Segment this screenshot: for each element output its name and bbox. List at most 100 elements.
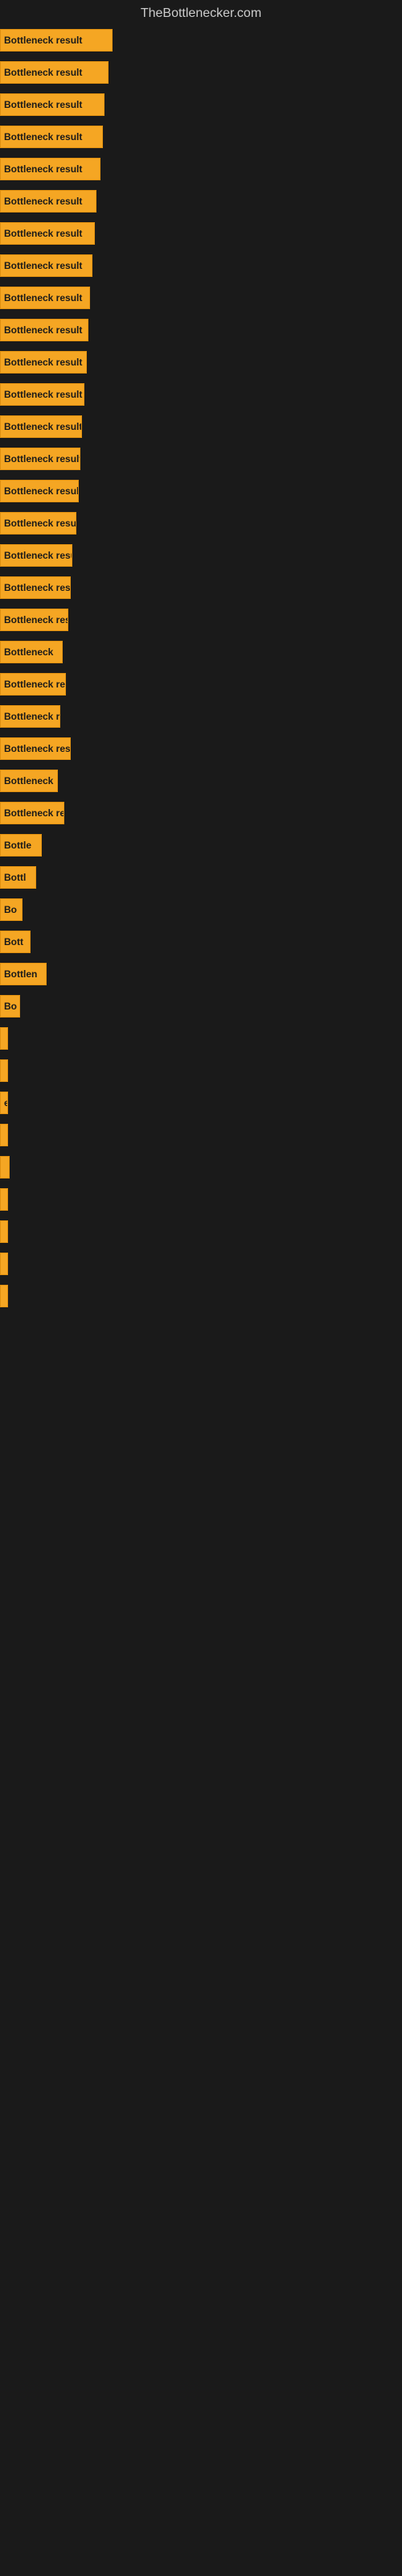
bar-row: Bottleneck result <box>0 507 402 539</box>
bar-label: Bott <box>4 936 23 947</box>
bar-row <box>0 1119 402 1151</box>
bar-label: Bottleneck res <box>4 614 68 625</box>
bottleneck-bar <box>0 1124 8 1146</box>
bar-row: Bottleneck result <box>0 24 402 56</box>
bottleneck-bar: Bottleneck result <box>0 415 82 438</box>
bar-label: Bottleneck resu <box>4 550 72 561</box>
bar-row: Bottleneck result <box>0 475 402 507</box>
bar-label: Bottleneck result <box>4 67 82 78</box>
bottleneck-bar: Bottleneck result <box>0 190 96 213</box>
bar-label: Bottlen <box>4 968 37 980</box>
bottleneck-bar: Bottleneck res <box>0 609 68 631</box>
bottleneck-bar: Bottl <box>0 866 36 889</box>
bottleneck-bar: Bottleneck res <box>0 673 66 696</box>
bottleneck-bar: Bottleneck result <box>0 576 71 599</box>
bars-container: Bottleneck resultBottleneck resultBottle… <box>0 24 402 1312</box>
bar-row: Bottleneck res <box>0 797 402 829</box>
bar-label: e <box>4 1097 8 1108</box>
bar-row: Bottl <box>0 861 402 894</box>
bar-row: Bottleneck re <box>0 700 402 733</box>
bar-label: Bottleneck result <box>4 518 76 529</box>
bar-label: Bottleneck result <box>4 260 82 271</box>
bottleneck-bar: Bottleneck result <box>0 126 103 148</box>
bottleneck-bar: Bottleneck result <box>0 61 109 84</box>
bar-row: Bottle <box>0 829 402 861</box>
bottleneck-bar <box>0 1285 8 1307</box>
bar-row <box>0 1151 402 1183</box>
bar-row: Bottleneck resu <box>0 539 402 572</box>
bar-label: Bottleneck result <box>4 324 82 336</box>
bar-label: Bottleneck res <box>4 679 66 690</box>
bottleneck-bar: Bottleneck res <box>0 802 64 824</box>
bar-row: Bottleneck resu <box>0 733 402 765</box>
bottleneck-bar: Bott <box>0 931 31 953</box>
bar-row: Bottleneck result <box>0 572 402 604</box>
bottleneck-bar: Bottleneck <box>0 770 58 792</box>
bar-label: Bo <box>4 1001 17 1012</box>
bar-row: Bottleneck <box>0 765 402 797</box>
bar-row: Bottlen <box>0 958 402 990</box>
bar-label: Bottleneck result <box>4 196 82 207</box>
bottleneck-bar <box>0 1156 10 1179</box>
bar-row: Bottleneck result <box>0 121 402 153</box>
bar-label: Bottleneck result <box>4 228 82 239</box>
bar-row: Bottleneck result <box>0 250 402 282</box>
bar-label: Bottleneck res <box>4 807 64 819</box>
bar-row: Bottleneck result <box>0 378 402 411</box>
bar-label: Bo <box>4 904 17 915</box>
bottleneck-bar: e <box>0 1092 8 1114</box>
bar-row <box>0 1183 402 1216</box>
bottleneck-bar: Bottleneck result <box>0 512 76 535</box>
bar-label: Bottleneck result <box>4 421 82 432</box>
bottleneck-bar: Bottleneck resu <box>0 737 71 760</box>
bar-label: Bottleneck resu <box>4 743 71 754</box>
bottleneck-bar: Bo <box>0 995 20 1018</box>
bar-row: e <box>0 1087 402 1119</box>
bar-row: Bottleneck result <box>0 153 402 185</box>
bottleneck-bar: Bottleneck result <box>0 222 95 245</box>
bar-row: Bottleneck result <box>0 346 402 378</box>
bottleneck-bar: Bottleneck <box>0 641 63 663</box>
site-title: TheBottlenecker.com <box>0 0 402 24</box>
bar-row: Bottleneck result <box>0 185 402 217</box>
bar-label: Bottleneck result <box>4 99 82 110</box>
bar-label: Bottleneck re <box>4 711 60 722</box>
bar-label: Bottleneck result <box>4 389 82 400</box>
bottleneck-bar <box>0 1188 8 1211</box>
bar-label: Bottleneck result <box>4 35 82 46</box>
bottleneck-bar: Bottleneck result <box>0 29 113 52</box>
bottleneck-bar <box>0 1220 8 1243</box>
bar-label: Bottle <box>4 840 31 851</box>
bottleneck-bar <box>0 1059 8 1082</box>
bar-row: Bottleneck res <box>0 604 402 636</box>
bar-row: Bottleneck result <box>0 282 402 314</box>
bottleneck-bar: Bottleneck result <box>0 254 92 277</box>
bar-label: Bottleneck result <box>4 485 79 497</box>
bar-row: Bottleneck result <box>0 89 402 121</box>
bar-label: Bottleneck result <box>4 582 71 593</box>
bar-row <box>0 1216 402 1248</box>
bottleneck-bar: Bottleneck result <box>0 158 100 180</box>
bar-row <box>0 1055 402 1087</box>
bar-label: Bottleneck <box>4 646 53 658</box>
bottleneck-bar: Bottleneck result <box>0 351 87 374</box>
bar-label: Bottleneck result <box>4 453 80 464</box>
bottleneck-bar: Bottleneck re <box>0 705 60 728</box>
bottleneck-bar: Bottleneck result <box>0 93 105 116</box>
bar-label: Bottleneck <box>4 775 53 786</box>
bar-row: Bottleneck result <box>0 443 402 475</box>
bar-row: Bottleneck result <box>0 56 402 89</box>
bottleneck-bar: Bo <box>0 898 23 921</box>
bar-row: Bo <box>0 894 402 926</box>
bottleneck-bar: Bottleneck resu <box>0 544 72 567</box>
bar-row <box>0 1248 402 1280</box>
bar-row <box>0 1280 402 1312</box>
bar-label: Bottleneck result <box>4 163 82 175</box>
bottleneck-bar <box>0 1027 8 1050</box>
bar-row: Bottleneck <box>0 636 402 668</box>
bar-row: Bott <box>0 926 402 958</box>
bottleneck-bar <box>0 1253 8 1275</box>
bar-row: Bottleneck result <box>0 314 402 346</box>
bar-label: Bottl <box>4 872 26 883</box>
bottleneck-bar: Bottleneck result <box>0 287 90 309</box>
